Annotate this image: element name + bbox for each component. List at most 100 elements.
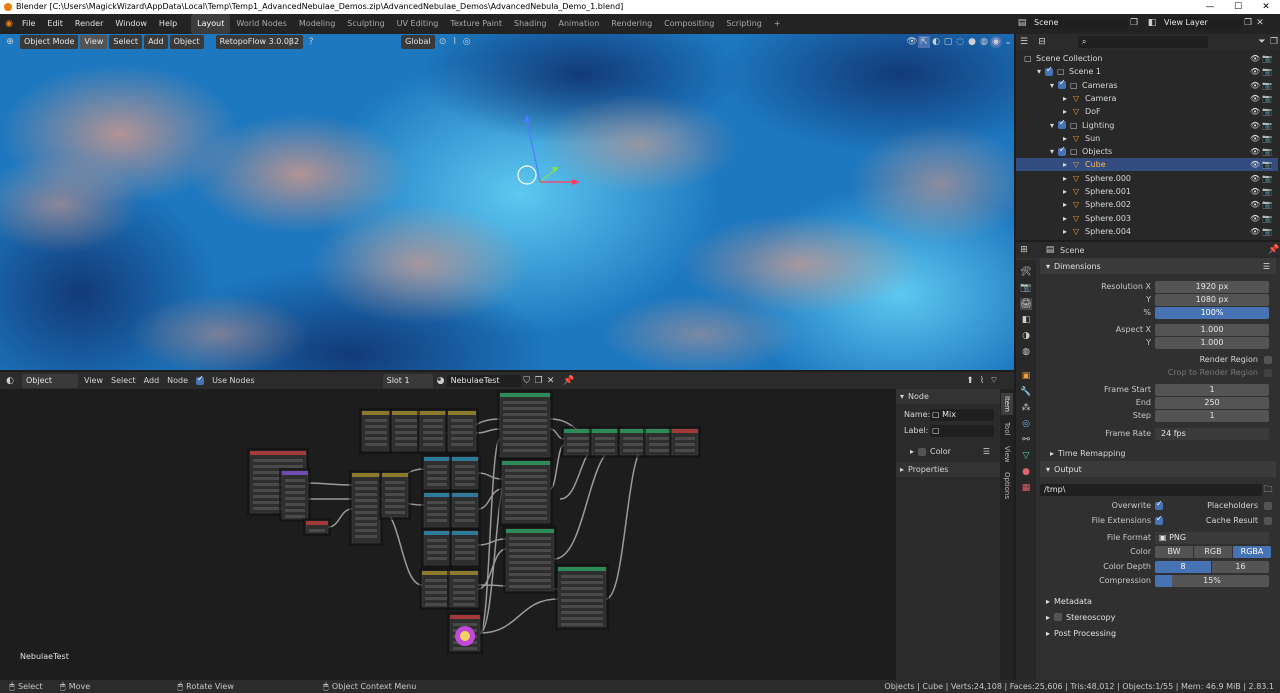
shader-node[interactable] bbox=[379, 470, 411, 520]
hide-eye-icon[interactable]: 👁 bbox=[1250, 160, 1262, 169]
new-view-layer-icon[interactable]: ❐ bbox=[1242, 17, 1254, 29]
node-node-menu[interactable]: Node bbox=[163, 376, 192, 385]
shader-node[interactable] bbox=[359, 408, 393, 454]
blender-menu-icon[interactable]: ◉ bbox=[2, 18, 16, 30]
filter-icon[interactable]: ⏷ bbox=[1256, 36, 1268, 48]
close-button[interactable]: ✕ bbox=[1252, 0, 1280, 14]
expand-arrow-icon[interactable]: ▾ bbox=[1050, 121, 1058, 130]
shader-node[interactable] bbox=[555, 564, 609, 630]
tab-animation[interactable]: Animation bbox=[553, 14, 606, 34]
outliner-row[interactable]: ▸ ▽ DoF 👁 📷 bbox=[1016, 105, 1278, 118]
node-add-menu[interactable]: Add bbox=[140, 376, 164, 385]
shading-rendered-icon[interactable]: ◉ bbox=[990, 36, 1002, 48]
world-tab-icon[interactable]: ◍ bbox=[1020, 346, 1032, 358]
stereoscopy-panel-header[interactable]: ▸ Stereoscopy bbox=[1040, 609, 1276, 625]
menu-help[interactable]: Help bbox=[153, 14, 183, 34]
object-tab-icon[interactable]: ▣ bbox=[1020, 370, 1032, 382]
tab-layout[interactable]: Layout bbox=[191, 14, 231, 34]
tab-item[interactable]: Item bbox=[1001, 393, 1013, 415]
color-presets-icon[interactable]: ☰ bbox=[983, 447, 990, 456]
visibility-icon[interactable]: 👁 bbox=[906, 36, 918, 48]
render-toggle-icon[interactable]: 📷 bbox=[1262, 160, 1274, 169]
menu-window[interactable]: Window bbox=[109, 14, 153, 34]
shading-options-icon[interactable]: ⌄ bbox=[1002, 36, 1014, 48]
dimensions-panel-header[interactable]: ▾ Dimensions ☰ bbox=[1040, 258, 1276, 274]
file-format-selector[interactable]: ▣ PNG bbox=[1155, 531, 1269, 544]
shading-wire-icon[interactable]: ◌ bbox=[954, 36, 966, 48]
expand-arrow-icon[interactable]: ▸ bbox=[1063, 187, 1073, 196]
node-editor-type-icon[interactable]: ◐ bbox=[4, 375, 16, 387]
mode-selector[interactable]: Object Mode bbox=[20, 35, 79, 49]
outliner-row[interactable]: ▸ ▽ Sphere.000 👁 📷 bbox=[1016, 172, 1278, 185]
expand-arrow-icon[interactable]: ▾ bbox=[1037, 67, 1045, 76]
material-browse-icon[interactable]: ◕ bbox=[435, 375, 447, 387]
tab-sculpting[interactable]: Sculpting bbox=[341, 14, 390, 34]
help-icon[interactable]: ? bbox=[305, 36, 317, 48]
aspect-x-field[interactable]: 1.000 bbox=[1155, 323, 1269, 336]
placeholders-checkbox[interactable] bbox=[1264, 501, 1272, 510]
collection-checkbox[interactable] bbox=[1045, 65, 1053, 76]
editor-type-icon[interactable]: ⊕ bbox=[4, 36, 16, 48]
hide-eye-icon[interactable]: 👁 bbox=[1250, 81, 1262, 90]
color-rgb-button[interactable]: RGB bbox=[1194, 545, 1232, 558]
frame-rate-selector[interactable]: 24 fps bbox=[1155, 427, 1269, 440]
data-tab-icon[interactable]: ▽ bbox=[1020, 450, 1032, 462]
scene-selector[interactable]: Scene bbox=[1028, 17, 1128, 29]
shader-node[interactable] bbox=[499, 458, 553, 526]
outliner-row[interactable]: ▸ ▽ Sphere.002 👁 📷 bbox=[1016, 198, 1278, 211]
post-processing-panel-header[interactable]: ▸ Post Processing bbox=[1040, 625, 1276, 641]
properties-editor-icon[interactable]: ⊞ bbox=[1018, 244, 1030, 256]
shader-node[interactable] bbox=[421, 490, 453, 530]
node-graph[interactable] bbox=[0, 389, 900, 679]
render-toggle-icon[interactable]: 📷 bbox=[1262, 94, 1274, 103]
render-toggle-icon[interactable]: 📷 bbox=[1262, 214, 1274, 223]
outliner-row[interactable]: ▸ ▽ Cube 👁 📷 bbox=[1016, 158, 1278, 172]
particles-tab-icon[interactable]: ⁂ bbox=[1020, 402, 1032, 414]
pin-icon[interactable]: 📌 bbox=[1268, 244, 1280, 256]
expand-arrow-icon[interactable]: ▸ bbox=[1063, 200, 1073, 209]
node-select-menu[interactable]: Select bbox=[107, 376, 140, 385]
orientation-selector[interactable]: Global bbox=[401, 35, 435, 49]
output-panel-header[interactable]: ▾ Output bbox=[1040, 461, 1276, 477]
expand-arrow-icon[interactable]: ▸ bbox=[1063, 174, 1073, 183]
hide-eye-icon[interactable]: 👁 bbox=[1250, 94, 1262, 103]
hide-eye-icon[interactable]: 👁 bbox=[1250, 200, 1262, 209]
shader-node[interactable] bbox=[303, 518, 331, 536]
render-toggle-icon[interactable]: 📷 bbox=[1262, 200, 1274, 209]
constraints-tab-icon[interactable]: ⚯ bbox=[1020, 434, 1032, 446]
expand-arrow-icon[interactable]: ▸ bbox=[1063, 160, 1073, 169]
tab-tool[interactable]: Tool bbox=[1001, 419, 1013, 439]
collection-checkbox[interactable] bbox=[1058, 78, 1066, 90]
crop-region-checkbox[interactable] bbox=[1264, 368, 1272, 377]
expand-arrow-icon[interactable]: ▸ bbox=[1063, 134, 1073, 143]
tab-modeling[interactable]: Modeling bbox=[293, 14, 341, 34]
view-menu[interactable]: View bbox=[80, 35, 108, 49]
shader-node[interactable] bbox=[669, 426, 701, 458]
shader-node[interactable] bbox=[449, 490, 481, 530]
render-toggle-icon[interactable]: 📷 bbox=[1262, 147, 1274, 156]
expand-arrow-icon[interactable]: ▾ bbox=[1050, 81, 1058, 90]
res-pct-field[interactable]: 100% bbox=[1155, 306, 1269, 319]
fake-user-icon[interactable]: ⛉ bbox=[521, 375, 533, 387]
hide-eye-icon[interactable]: 👁 bbox=[1250, 187, 1262, 196]
render-toggle-icon[interactable]: 📷 bbox=[1262, 227, 1274, 236]
object-menu[interactable]: Object bbox=[169, 35, 204, 49]
hide-eye-icon[interactable]: 👁 bbox=[1250, 107, 1262, 116]
shader-node[interactable] bbox=[279, 468, 311, 522]
viewport-3d[interactable]: ⊕ Object Mode View Select Add Object Ret… bbox=[0, 34, 1014, 370]
node-view-menu[interactable]: View bbox=[80, 376, 107, 385]
hide-eye-icon[interactable]: 👁 bbox=[1250, 214, 1262, 223]
color-bw-button[interactable]: BW bbox=[1155, 545, 1193, 558]
overwrite-checkbox[interactable] bbox=[1155, 499, 1163, 510]
outliner-row[interactable]: ▸ ▽ Sphere.001 👁 📷 bbox=[1016, 185, 1278, 198]
xray-icon[interactable]: ▢ bbox=[942, 36, 954, 48]
snap-icon[interactable]: ⌇ bbox=[449, 36, 461, 48]
hide-eye-icon[interactable]: 👁 bbox=[1250, 67, 1262, 76]
file-ext-checkbox[interactable] bbox=[1155, 514, 1163, 525]
new-scene-icon[interactable]: ❐ bbox=[1128, 17, 1140, 29]
output-path-field[interactable]: /tmp\ bbox=[1040, 483, 1262, 496]
shader-node[interactable] bbox=[589, 426, 621, 458]
add-workspace-button[interactable]: + bbox=[768, 14, 787, 34]
frame-step-field[interactable]: 1 bbox=[1155, 409, 1269, 422]
view-layer-tab-icon[interactable]: ◧ bbox=[1020, 314, 1032, 326]
